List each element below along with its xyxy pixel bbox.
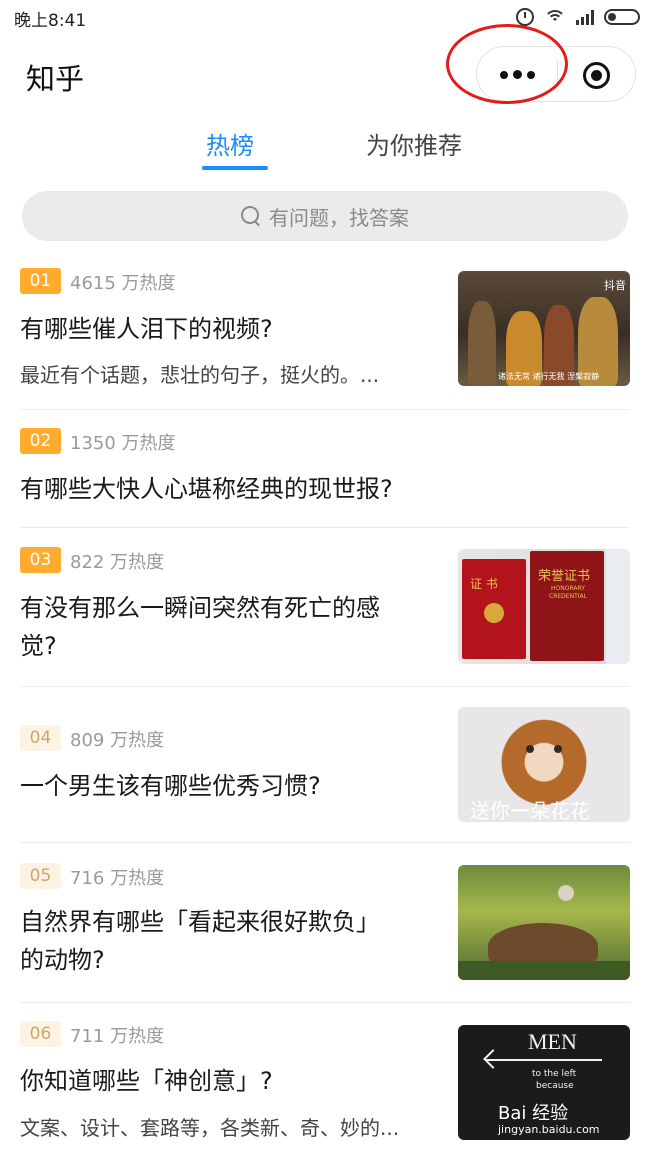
app-title: 知乎 — [26, 62, 85, 96]
divider — [20, 1002, 630, 1003]
close-target-icon — [583, 62, 610, 89]
item-title: 有哪些大快人心堪称经典的现世报? — [20, 475, 393, 503]
more-dot-icon — [527, 71, 535, 79]
tab-recommended[interactable]: 为你推荐 — [366, 126, 462, 161]
more-dot-icon — [513, 70, 522, 79]
search-placeholder: 有问题，找答案 — [269, 205, 409, 230]
thumb-caption: 诸法无常 诸行无我 涅槃寂静 — [498, 372, 600, 381]
item-thumbnail: 证 书 荣誉证书 HONORARY CREDENTIAL — [458, 549, 630, 664]
thumb-watermark: Bai 经验 — [498, 1103, 569, 1124]
status-time: 晚上8:41 — [14, 11, 87, 31]
thumb-caption: 送你一朵花花 — [470, 799, 590, 822]
heat-count: 716 万热度 — [70, 868, 165, 889]
rank-badge: 02 — [20, 428, 61, 454]
item-thumbnail — [458, 865, 630, 980]
rank-badge: 03 — [20, 547, 61, 573]
divider — [20, 686, 630, 687]
active-tab-indicator — [202, 166, 268, 170]
close-button[interactable] — [557, 47, 637, 103]
item-thumbnail: 送你一朵花花 — [458, 707, 630, 822]
item-title: 自然界有哪些「看起来很好欺负」 的动物? — [20, 908, 380, 974]
signal-icon — [576, 9, 594, 25]
divider — [20, 409, 630, 410]
thumb-book-label: 证 书 — [470, 577, 498, 591]
thumb-book-label: 荣誉证书 — [538, 569, 591, 584]
thumb-sign-text: because — [536, 1081, 574, 1091]
list-item[interactable]: 05 716 万热度 自然界有哪些「看起来很好欺负」 的动物? — [0, 863, 650, 1003]
heat-count: 1350 万热度 — [70, 433, 176, 454]
search-icon — [241, 206, 261, 226]
alarm-icon — [516, 8, 534, 26]
heat-count: 809 万热度 — [70, 730, 165, 751]
item-thumbnail: MEN to the left because Bai 经验 jingyan.b… — [458, 1025, 630, 1140]
item-excerpt: 文案、设计、套路等，各类新、奇、妙的... — [20, 1116, 400, 1140]
list-item[interactable]: 01 4615 万热度 有哪些催人泪下的视频? 最近有个话题，悲壮的句子，挺火的… — [0, 268, 650, 410]
item-thumbnail: 抖音 诸法无常 诸行无我 涅槃寂静 — [458, 271, 630, 386]
list-item[interactable]: 04 809 万热度 一个男生该有哪些优秀习惯? 送你一朵花花 — [0, 707, 650, 840]
rank-badge: 01 — [20, 268, 61, 294]
mini-program-capsule — [476, 46, 636, 102]
thumb-watermark-url: jingyan.baidu.com — [498, 1123, 600, 1136]
item-excerpt: 最近有个话题，悲壮的句子，挺火的。... — [20, 363, 380, 387]
status-icons — [516, 6, 640, 28]
rank-badge: 05 — [20, 863, 61, 889]
tab-hot-list[interactable]: 热榜 — [206, 126, 254, 161]
heat-count: 711 万热度 — [70, 1026, 165, 1047]
more-dot-icon — [500, 71, 508, 79]
wifi-icon — [544, 8, 566, 26]
divider — [20, 527, 630, 528]
thumb-sign-text: to the left — [532, 1069, 577, 1079]
thumb-sign-text: MEN — [528, 1029, 577, 1054]
list-item[interactable]: 06 711 万热度 你知道哪些「神创意」? 文案、设计、套路等，各类新、奇、妙… — [0, 1021, 650, 1156]
more-button[interactable] — [477, 47, 557, 103]
search-bar[interactable]: 有问题，找答案 — [22, 191, 628, 241]
item-title: 你知道哪些「神创意」? — [20, 1067, 273, 1095]
thumb-book-sublabel: HONORARY CREDENTIAL — [549, 585, 587, 600]
battery-icon — [604, 9, 640, 25]
heat-count: 4615 万热度 — [70, 273, 176, 294]
status-bar: 晚上8:41 — [0, 0, 650, 36]
rank-badge: 06 — [20, 1021, 61, 1047]
rank-badge: 04 — [20, 725, 61, 751]
list-item[interactable]: 02 1350 万热度 有哪些大快人心堪称经典的现世报? — [0, 428, 650, 528]
item-title: 一个男生该有哪些优秀习惯? — [20, 772, 321, 800]
thumb-tag: 抖音 — [604, 279, 626, 292]
divider — [20, 842, 630, 843]
list-item[interactable]: 03 822 万热度 有没有那么一瞬间突然有死亡的感 觉? 证 书 荣誉证书 H… — [0, 547, 650, 687]
item-title: 有哪些催人泪下的视频? — [20, 315, 273, 343]
heat-count: 822 万热度 — [70, 552, 165, 573]
item-title: 有没有那么一瞬间突然有死亡的感 觉? — [20, 594, 380, 660]
